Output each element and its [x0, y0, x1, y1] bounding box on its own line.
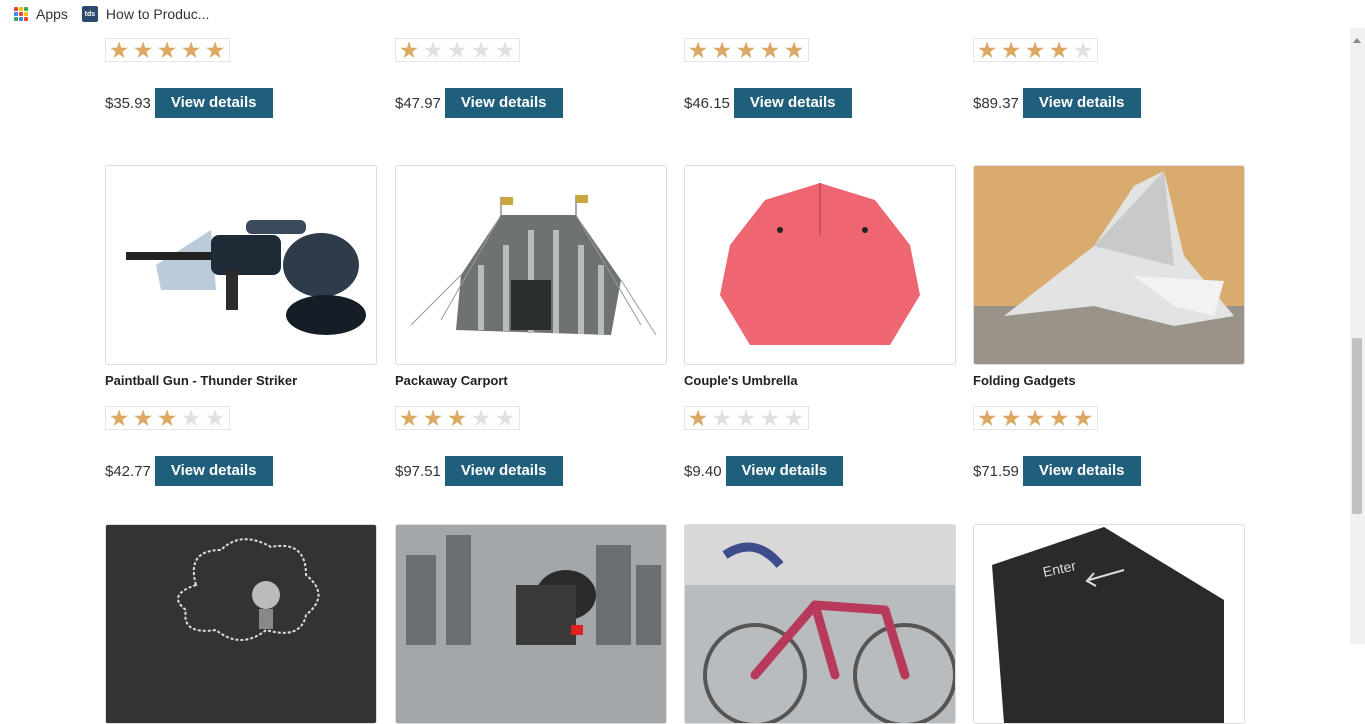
star-icon: ★ [446, 405, 468, 431]
product-card: Enter [973, 524, 1245, 724]
star-icon: ★ [711, 37, 733, 63]
product-card: ★ ★ ★ ★ ★ $46.15 View details [684, 38, 956, 118]
apps-bookmark-label: Apps [36, 6, 68, 22]
product-card [684, 524, 956, 724]
star-rating: ★ ★ ★ ★ ★ [105, 38, 230, 62]
star-icon: ★ [422, 37, 444, 63]
star-icon: ★ [108, 405, 130, 431]
star-icon: ★ [735, 37, 757, 63]
star-rating: ★ ★ ★ ★ ★ [684, 406, 809, 430]
star-icon: ★ [711, 405, 733, 431]
star-rating: ★ ★ ★ ★ ★ [105, 406, 230, 430]
product-card [395, 524, 667, 724]
star-rating: ★ ★ ★ ★ ★ [684, 38, 809, 62]
product-price: $9.40 [684, 462, 722, 480]
page-bookmark[interactable]: tds How to Produc... [81, 6, 210, 22]
star-icon: ★ [1000, 37, 1022, 63]
product-card: ★ ★ ★ ★ ★ $89.37 View details [973, 38, 1245, 118]
star-icon: ★ [422, 405, 444, 431]
star-rating: ★ ★ ★ ★ ★ [395, 406, 520, 430]
product-title[interactable]: Packaway Carport [395, 373, 667, 391]
product-price: $42.77 [105, 462, 151, 480]
scrollbar-thumb[interactable] [1352, 338, 1362, 514]
apps-grid-icon [14, 7, 28, 21]
view-details-button[interactable]: View details [154, 88, 273, 118]
product-price: $47.97 [395, 94, 441, 112]
star-icon: ★ [470, 405, 492, 431]
product-image-umbrella[interactable] [684, 165, 956, 365]
product-card: Couple's Umbrella ★ ★ ★ ★ ★ $9.40 View detai… [684, 165, 956, 486]
product-title[interactable]: Couple's Umbrella [684, 373, 956, 391]
star-icon: ★ [156, 405, 178, 431]
star-icon: ★ [180, 37, 202, 63]
star-icon: ★ [1024, 37, 1046, 63]
product-card: Packaway Carport ★ ★ ★ ★ ★ $97.51 View detai… [395, 165, 667, 486]
star-icon: ★ [398, 37, 420, 63]
product-image-enter-key[interactable]: Enter [973, 524, 1245, 724]
product-image-paper-plane[interactable] [973, 165, 1245, 365]
star-icon: ★ [108, 37, 130, 63]
page-bookmark-label: How to Produc... [105, 6, 210, 22]
product-card: Folding Gadgets ★ ★ ★ ★ ★ $71.59 View detail… [973, 165, 1245, 486]
bookmarks-bar: Apps tds How to Produc... [0, 0, 1350, 28]
site-favicon-icon: tds [81, 6, 98, 22]
product-card [105, 524, 377, 724]
page-scrollbar[interactable] [1350, 28, 1365, 644]
star-icon: ★ [1048, 405, 1070, 431]
scroll-up-arrow-icon[interactable] [1353, 38, 1361, 43]
product-image-bicycle[interactable] [684, 524, 956, 724]
star-rating: ★ ★ ★ ★ ★ [395, 38, 520, 62]
view-details-button[interactable]: View details [733, 88, 852, 118]
star-icon: ★ [1024, 405, 1046, 431]
product-price: $97.51 [395, 462, 441, 480]
product-card: ★ ★ ★ ★ ★ $47.97 View details [395, 38, 667, 118]
product-price: $89.37 [973, 94, 1019, 112]
star-icon: ★ [1048, 37, 1070, 63]
view-details-button[interactable]: View details [444, 456, 563, 486]
view-details-button[interactable]: View details [725, 456, 844, 486]
star-icon: ★ [783, 37, 805, 63]
product-price: $35.93 [105, 94, 151, 112]
star-rating: ★ ★ ★ ★ ★ [973, 406, 1098, 430]
product-card: ★ ★ ★ ★ ★ $35.93 View details [105, 38, 377, 118]
star-icon: ★ [1000, 405, 1022, 431]
star-icon: ★ [132, 405, 154, 431]
star-icon: ★ [156, 37, 178, 63]
product-title[interactable]: Paintball Gun - Thunder Striker [105, 373, 377, 391]
star-icon: ★ [132, 37, 154, 63]
product-price: $71.59 [973, 462, 1019, 480]
star-icon: ★ [1072, 37, 1094, 63]
star-rating: ★ ★ ★ ★ ★ [973, 38, 1098, 62]
product-price: $46.15 [684, 94, 730, 112]
star-icon: ★ [204, 405, 226, 431]
star-icon: ★ [976, 37, 998, 63]
view-details-button[interactable]: View details [444, 88, 563, 118]
star-icon: ★ [976, 405, 998, 431]
star-icon: ★ [759, 37, 781, 63]
star-icon: ★ [204, 37, 226, 63]
product-title[interactable]: Folding Gadgets [973, 373, 1245, 391]
view-details-button[interactable]: View details [154, 456, 273, 486]
star-icon: ★ [1072, 405, 1094, 431]
apps-bookmark[interactable]: Apps [14, 6, 68, 22]
product-card: Paintball Gun - Thunder Striker ★ ★ ★ ★ ★ $4… [105, 165, 377, 486]
star-icon: ★ [180, 405, 202, 431]
star-icon: ★ [687, 405, 709, 431]
star-icon: ★ [735, 405, 757, 431]
star-icon: ★ [398, 405, 420, 431]
star-icon: ★ [687, 37, 709, 63]
star-icon: ★ [759, 405, 781, 431]
view-details-button[interactable]: View details [1022, 456, 1141, 486]
star-icon: ★ [470, 37, 492, 63]
star-icon: ★ [494, 37, 516, 63]
star-icon: ★ [446, 37, 468, 63]
product-image-paintball-gun[interactable] [105, 165, 377, 365]
star-icon: ★ [783, 405, 805, 431]
view-details-button[interactable]: View details [1022, 88, 1141, 118]
product-image-city[interactable] [395, 524, 667, 724]
product-image-lightbulb[interactable] [105, 524, 377, 724]
product-image-tent[interactable] [395, 165, 667, 365]
star-icon: ★ [494, 405, 516, 431]
